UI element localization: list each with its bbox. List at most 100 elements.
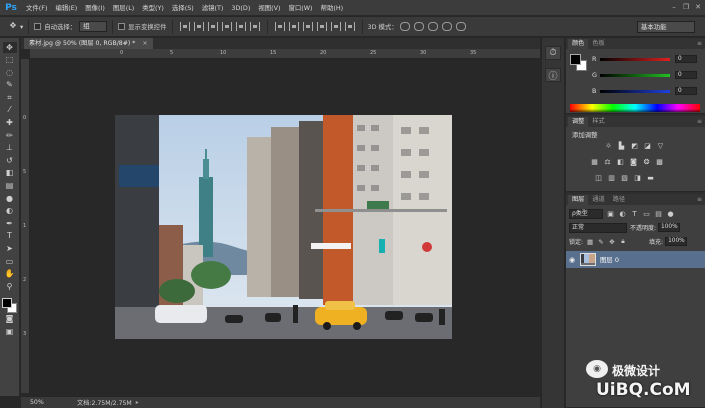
lock-position-icon[interactable]: ✥ <box>608 238 616 246</box>
lock-all-icon[interactable]: 🔒︎ <box>619 237 627 246</box>
levels-icon[interactable]: ▙ <box>617 142 626 150</box>
type-icon[interactable]: T <box>3 231 17 242</box>
invert-icon[interactable]: ◫ <box>594 174 603 182</box>
history-panel-icon[interactable]: ⏱ <box>545 46 561 60</box>
auto-select-dropdown[interactable]: 组 <box>79 21 108 32</box>
opacity-field[interactable]: 100% <box>658 223 681 232</box>
align-hcenter-icon[interactable] <box>235 22 246 31</box>
history-brush-icon[interactable]: ↺ <box>3 155 17 166</box>
align-top-icon[interactable] <box>179 22 190 31</box>
align-right-icon[interactable] <box>249 22 260 31</box>
quick-select-icon[interactable]: ✎ <box>3 80 17 91</box>
stamp-icon[interactable]: ⊥ <box>3 143 17 154</box>
foreground-color[interactable] <box>1 297 12 308</box>
3d-roll-icon[interactable] <box>413 22 424 31</box>
menu-view[interactable]: 视图(V) <box>254 3 284 12</box>
3d-slide-icon[interactable] <box>441 22 452 31</box>
filter-pixel-icon[interactable]: ▣ <box>606 210 615 218</box>
posterize-icon[interactable]: ▥ <box>607 174 616 182</box>
color-spectrum[interactable] <box>570 104 700 112</box>
menu-file[interactable]: 文件(F) <box>22 3 51 12</box>
menu-type[interactable]: 类型(Y) <box>138 3 168 12</box>
blue-slider[interactable] <box>600 89 670 93</box>
hand-icon[interactable]: ✋ <box>3 269 17 280</box>
document-close-icon[interactable]: × <box>142 40 147 47</box>
filter-type-icon[interactable]: T <box>630 210 639 218</box>
selective-color-icon[interactable]: ◨ <box>633 174 642 182</box>
filter-adjust-icon[interactable]: ◐ <box>618 210 627 218</box>
path-select-icon[interactable]: ➤ <box>3 244 17 255</box>
panel-menu-icon[interactable]: ≡ <box>697 196 702 203</box>
eyedropper-icon[interactable]: ⁄ <box>3 105 17 116</box>
curves-icon[interactable]: ◩ <box>630 142 639 150</box>
menu-3d[interactable]: 3D(D) <box>227 4 254 12</box>
menu-edit[interactable]: 编辑(E) <box>51 3 81 12</box>
gradient-icon[interactable]: ▤ <box>3 181 17 192</box>
color-swatch[interactable] <box>1 297 18 314</box>
align-left-icon[interactable] <box>221 22 232 31</box>
panel-foreground-color[interactable] <box>570 54 581 65</box>
eraser-icon[interactable]: ◧ <box>3 168 17 179</box>
color-balance-icon[interactable]: ⚖ <box>603 158 612 166</box>
properties-panel-icon[interactable]: ⓘ <box>545 68 561 82</box>
document-tab[interactable]: 素材.jpg @ 50% (图层 0, RGB/8#) * × <box>24 38 153 49</box>
tab-styles[interactable]: 样式 <box>588 117 608 127</box>
3d-rotate-icon[interactable] <box>399 22 410 31</box>
green-slider[interactable] <box>600 73 670 77</box>
zoom-icon[interactable]: ⚲ <box>3 281 17 292</box>
align-bottom-icon[interactable] <box>207 22 218 31</box>
close-button[interactable]: ✕ <box>693 2 703 12</box>
hue-saturation-icon[interactable]: ▦ <box>590 158 599 166</box>
photo-filter-icon[interactable]: ◙ <box>629 158 638 166</box>
filter-toggle-icon[interactable]: ● <box>666 210 675 218</box>
menu-window[interactable]: 窗口(W) <box>284 3 316 12</box>
lock-transparent-icon[interactable]: ▦ <box>586 238 594 246</box>
distribute-right-icon[interactable] <box>344 22 355 31</box>
menu-select[interactable]: 选择(S) <box>168 3 198 12</box>
distribute-bottom-icon[interactable] <box>302 22 313 31</box>
shape-icon[interactable]: ▭ <box>3 256 17 267</box>
menu-layer[interactable]: 图层(L) <box>109 3 138 12</box>
color-lookup-icon[interactable]: ▩ <box>655 158 664 166</box>
layer-name[interactable]: 图层 0 <box>600 255 619 264</box>
blue-value[interactable]: 0 <box>675 87 697 95</box>
dodge-icon[interactable]: ◐ <box>3 206 17 217</box>
black-white-icon[interactable]: ◧ <box>616 158 625 166</box>
blend-mode-dropdown[interactable]: 正常 <box>569 222 627 233</box>
distribute-hcenter-icon[interactable] <box>330 22 341 31</box>
quick-mask-icon[interactable]: ◙ <box>3 314 17 325</box>
healing-icon[interactable]: ✚ <box>3 118 17 129</box>
layer-row[interactable]: ◉ 图层 0 <box>566 251 705 268</box>
brush-icon[interactable]: ✏ <box>3 130 17 141</box>
panel-menu-icon[interactable]: ≡ <box>697 40 702 47</box>
tab-color[interactable]: 颜色 <box>568 39 589 49</box>
exposure-icon[interactable]: ◪ <box>643 142 652 150</box>
canvas-area[interactable] <box>31 60 540 393</box>
auto-select-checkbox[interactable] <box>34 23 42 30</box>
distribute-vcenter-icon[interactable] <box>288 22 299 31</box>
3d-scale-icon[interactable] <box>455 22 466 31</box>
move-tool-preset-icon[interactable]: ✥ <box>6 20 20 31</box>
red-slider[interactable] <box>600 57 670 61</box>
preset-arrow-icon[interactable]: ▾ <box>20 23 23 31</box>
menu-help[interactable]: 帮助(H) <box>317 3 348 12</box>
layer-filter-dropdown[interactable]: ρ类型 <box>569 208 603 219</box>
lock-image-icon[interactable]: ✎ <box>597 238 605 246</box>
green-value[interactable]: 0 <box>675 71 697 79</box>
channel-mixer-icon[interactable]: ❂ <box>642 158 651 166</box>
crop-icon[interactable]: ⌗ <box>3 92 17 103</box>
tab-paths[interactable]: 路径 <box>609 195 629 205</box>
align-vcenter-icon[interactable] <box>193 22 204 31</box>
3d-pan-icon[interactable] <box>427 22 438 31</box>
layer-thumbnail[interactable] <box>580 253 596 266</box>
move-icon[interactable]: ✥ <box>2 42 17 53</box>
distribute-top-icon[interactable] <box>274 22 285 31</box>
tab-swatches[interactable]: 色板 <box>588 39 608 49</box>
color-panel-swatch[interactable] <box>570 54 588 72</box>
vibrance-icon[interactable]: ▽ <box>656 142 665 150</box>
tab-channels[interactable]: 通道 <box>588 195 608 205</box>
restore-button[interactable]: ❐ <box>681 2 691 12</box>
fill-field[interactable]: 100% <box>665 237 688 246</box>
panel-menu-icon[interactable]: ≡ <box>697 118 702 125</box>
filter-smart-icon[interactable]: ▤ <box>654 210 663 218</box>
